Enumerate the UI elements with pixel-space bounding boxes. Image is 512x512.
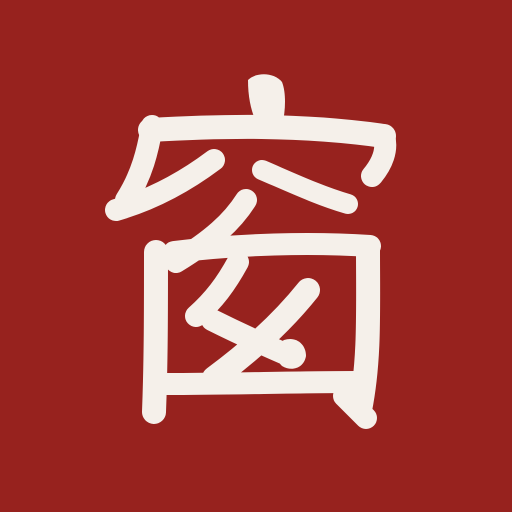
glyph-bottom-flick (333, 385, 377, 429)
glyph-inner-dot (276, 338, 306, 369)
glyph-frame-left (142, 240, 168, 424)
glyph-right-sweep (252, 160, 358, 214)
glyph-roof-top-bar (138, 114, 396, 148)
glyph-frame-bottom (155, 371, 367, 395)
glyph-frame-top (163, 233, 381, 263)
app-icon[interactable] (0, 0, 512, 512)
chuang-window-glyph-icon (105, 74, 397, 429)
glyph-inner-upper-stroke (185, 251, 249, 327)
